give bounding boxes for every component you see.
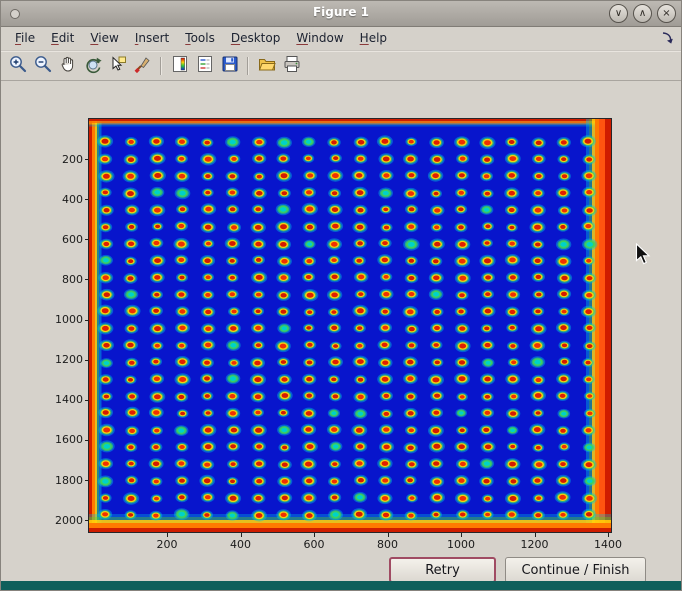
zoom-in-icon [8, 54, 28, 78]
zoom-in-button[interactable] [6, 54, 29, 77]
menu-bar: FileEditViewInsertToolsDesktopWindowHelp [1, 26, 681, 50]
insert-legend-button[interactable] [193, 54, 216, 77]
heatmap-image[interactable] [89, 119, 611, 532]
menu-file[interactable]: File [7, 28, 43, 48]
print-icon [282, 54, 302, 78]
menu-insert[interactable]: Insert [127, 28, 177, 48]
titlebar[interactable]: Figure 1 ∨ ∧ × [1, 1, 681, 27]
y-axis-tick-label: 600 [41, 233, 83, 246]
x-axis-tick-label: 1200 [513, 538, 557, 551]
window-controls: ∨ ∧ × [609, 4, 676, 23]
retry-button[interactable]: Retry [389, 557, 496, 583]
open-folder-icon [257, 54, 277, 78]
y-axis-tick-label: 200 [41, 153, 83, 166]
save-button[interactable] [218, 54, 241, 77]
print-button[interactable] [280, 54, 303, 77]
menu-edit[interactable]: Edit [43, 28, 82, 48]
y-axis-tick-label: 1600 [41, 433, 83, 446]
toolbar [1, 50, 681, 81]
open-folder-button[interactable] [255, 54, 278, 77]
x-axis-tick-mark [388, 533, 389, 537]
maximize-button[interactable]: ∧ [633, 4, 652, 23]
y-axis-tick-label: 1800 [41, 474, 83, 487]
pan-hand-button[interactable] [56, 54, 79, 77]
rotate-3d-button[interactable] [81, 54, 104, 77]
y-axis-tick-label: 1400 [41, 393, 83, 406]
y-axis-tick-label: 1000 [41, 313, 83, 326]
menu-window[interactable]: Window [288, 28, 351, 48]
y-axis-tick-label: 1200 [41, 353, 83, 366]
x-axis-tick-label: 1400 [586, 538, 630, 551]
brush-icon [133, 54, 153, 78]
y-axis-tick-label: 400 [41, 193, 83, 206]
x-axis-tick-mark [535, 533, 536, 537]
figure-window: Figure 1 ∨ ∧ × FileEditViewInsertToolsDe… [0, 0, 682, 591]
menu-help[interactable]: Help [352, 28, 395, 48]
x-axis-tick-label: 800 [366, 538, 410, 551]
x-axis-tick-label: 200 [145, 538, 189, 551]
insert-colorbar-icon [170, 54, 190, 78]
x-axis-tick-mark [608, 533, 609, 537]
brush-button[interactable] [131, 54, 154, 77]
zoom-out-icon [33, 54, 53, 78]
x-axis-tick-mark [314, 533, 315, 537]
x-axis-tick-mark [461, 533, 462, 537]
x-axis-tick-mark [167, 533, 168, 537]
save-icon [220, 54, 240, 78]
data-cursor-icon [108, 54, 128, 78]
zoom-out-button[interactable] [31, 54, 54, 77]
shade-button[interactable]: ∨ [609, 4, 628, 23]
y-axis-tick-label: 800 [41, 273, 83, 286]
data-cursor-button[interactable] [106, 54, 129, 77]
window-title: Figure 1 [1, 5, 681, 19]
insert-legend-icon [195, 54, 215, 78]
menu-view[interactable]: View [82, 28, 126, 48]
menu-desktop[interactable]: Desktop [223, 28, 289, 48]
toolbar-separator [247, 57, 249, 75]
toolbar-separator [160, 57, 162, 75]
menu-tools[interactable]: Tools [177, 28, 223, 48]
x-axis-tick-label: 400 [219, 538, 263, 551]
close-button[interactable]: × [657, 4, 676, 23]
insert-colorbar-button[interactable] [168, 54, 191, 77]
dock-figure-icon[interactable] [660, 31, 674, 45]
y-axis-tick-label: 2000 [41, 514, 83, 527]
x-axis-tick-label: 1000 [439, 538, 483, 551]
rotate-3d-icon [83, 54, 103, 78]
pan-hand-icon [58, 54, 78, 78]
bottom-panel [1, 581, 681, 590]
x-axis-tick-mark [241, 533, 242, 537]
x-axis-tick-label: 600 [292, 538, 336, 551]
continue-finish-button[interactable]: Continue / Finish [505, 557, 646, 583]
